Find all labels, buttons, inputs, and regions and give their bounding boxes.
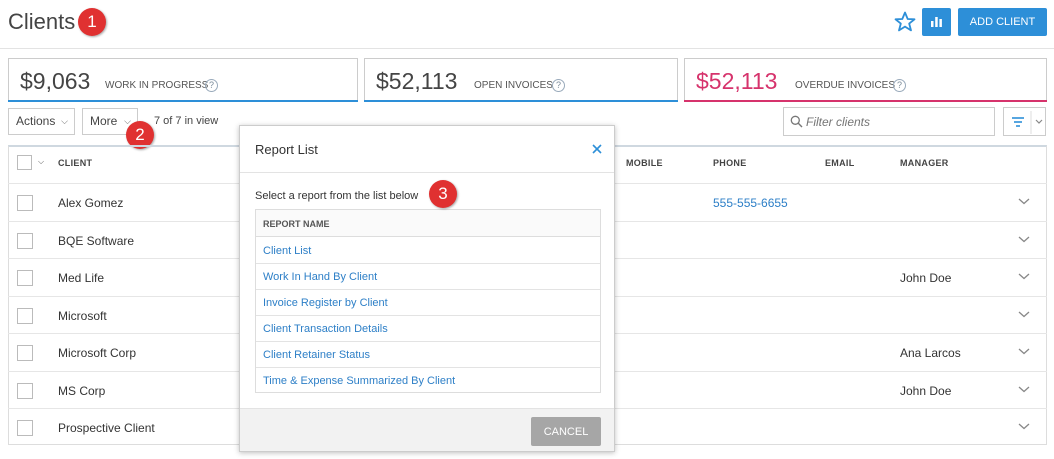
report-link[interactable]: Client Transaction Details: [263, 323, 388, 335]
cancel-button[interactable]: CANCEL: [531, 417, 601, 446]
summary-card-open-invoices[interactable]: $52,113 OPEN INVOICES ?: [364, 58, 678, 102]
client-name[interactable]: Med Life: [58, 271, 104, 285]
filter-clients-input[interactable]: [783, 107, 995, 136]
summary-amount: $52,113: [376, 68, 458, 94]
row-checkbox[interactable]: [17, 195, 33, 211]
select-all-checkbox[interactable]: [17, 155, 32, 170]
report-item-retainer-status[interactable]: Client Retainer Status: [256, 342, 600, 368]
header-divider: [0, 48, 1054, 49]
report-link[interactable]: Time & Expense Summarized By Client: [263, 375, 455, 387]
client-name[interactable]: MS Corp: [58, 384, 105, 398]
column-header-manager[interactable]: MANAGER: [900, 158, 949, 168]
report-list: REPORT NAME Client List Work In Hand By …: [255, 209, 601, 393]
dialog-divider: [240, 172, 614, 173]
help-icon[interactable]: ?: [893, 79, 906, 92]
report-link[interactable]: Client List: [263, 245, 311, 257]
summary-label: OPEN INVOICES: [474, 80, 553, 91]
column-header-mobile[interactable]: MOBILE: [626, 158, 663, 168]
row-checkbox[interactable]: [17, 383, 33, 399]
report-link[interactable]: Work In Hand By Client: [263, 271, 377, 283]
in-view-count: 7 of 7 in view: [154, 115, 219, 127]
report-item-invoice-register[interactable]: Invoice Register by Client: [256, 290, 600, 316]
client-name[interactable]: BQE Software: [58, 234, 134, 248]
row-checkbox[interactable]: [17, 270, 33, 286]
client-name[interactable]: Microsoft: [58, 309, 107, 323]
close-icon[interactable]: [590, 142, 604, 156]
callout-badge-3: 3: [429, 180, 457, 208]
report-link[interactable]: Invoice Register by Client: [263, 297, 388, 309]
client-phone[interactable]: 555-555-6655: [713, 196, 788, 210]
report-item-time-expense[interactable]: Time & Expense Summarized By Client: [256, 368, 600, 394]
dialog-instructions: Select a report from the list below: [255, 190, 419, 202]
row-checkbox[interactable]: [17, 233, 33, 249]
chevron-down-icon[interactable]: [1017, 196, 1031, 206]
client-manager: Ana Larcos: [900, 346, 961, 360]
client-name[interactable]: Prospective Client: [58, 421, 155, 435]
client-manager: John Doe: [900, 384, 952, 398]
summary-label: OVERDUE INVOICES: [795, 80, 896, 91]
actions-label: Actions: [16, 114, 56, 128]
column-header-email[interactable]: EMAIL: [825, 158, 855, 168]
search-icon: [790, 115, 803, 128]
report-list-dialog: Report List Select a report from the lis…: [239, 125, 615, 452]
chevron-down-icon[interactable]: [1017, 309, 1031, 319]
filter-button[interactable]: [1003, 107, 1046, 136]
summary-card-work-in-progress[interactable]: $9,063 WORK IN PROGRESS ?: [8, 58, 358, 102]
report-chart-button[interactable]: [922, 8, 951, 36]
report-item-client-list[interactable]: Client List: [256, 238, 600, 264]
chevron-down-icon[interactable]: [1017, 346, 1031, 356]
summary-card-overdue-invoices[interactable]: $52,113 OVERDUE INVOICES ?: [684, 58, 1047, 102]
help-icon[interactable]: ?: [552, 79, 565, 92]
add-client-button[interactable]: ADD CLIENT: [958, 8, 1047, 36]
summary-amount: $9,063: [20, 68, 91, 94]
summary-underline: [364, 100, 678, 102]
report-item-work-in-hand[interactable]: Work In Hand By Client: [256, 264, 600, 290]
row-checkbox[interactable]: [17, 308, 33, 324]
summary-amount: $52,113: [696, 68, 778, 94]
page-title: Clients: [8, 9, 76, 34]
row-checkbox[interactable]: [17, 345, 33, 361]
column-header-phone[interactable]: PHONE: [713, 158, 747, 168]
client-manager: John Doe: [900, 271, 952, 285]
dialog-footer: CANCEL: [240, 408, 614, 451]
callout-badge-1: 1: [78, 8, 106, 36]
report-link[interactable]: Client Retainer Status: [263, 349, 370, 361]
chevron-down-icon[interactable]: [1017, 271, 1031, 281]
summary-underline: [684, 100, 1047, 102]
client-name[interactable]: Alex Gomez: [58, 196, 123, 210]
dialog-title: Report List: [255, 142, 318, 157]
chevron-down-icon[interactable]: [1017, 234, 1031, 244]
more-label: More: [90, 114, 118, 128]
chevron-down-icon[interactable]: ⌵: [38, 157, 44, 167]
column-header-client[interactable]: CLIENT: [58, 158, 92, 168]
report-item-transaction-details[interactable]: Client Transaction Details: [256, 316, 600, 342]
report-list-header: REPORT NAME: [256, 210, 600, 237]
row-checkbox[interactable]: [17, 420, 33, 436]
help-icon[interactable]: ?: [205, 79, 218, 92]
filter-icon: [1012, 111, 1043, 134]
chevron-down-icon: ⌵: [61, 116, 68, 126]
report-name-column: REPORT NAME: [263, 219, 330, 229]
chevron-down-icon[interactable]: [1017, 384, 1031, 394]
client-name[interactable]: Microsoft Corp: [58, 346, 136, 360]
chevron-down-icon[interactable]: [1017, 421, 1031, 431]
summary-underline: [8, 100, 358, 102]
bar-chart-icon: [931, 17, 942, 27]
actions-dropdown[interactable]: Actions ⌵: [8, 108, 75, 135]
summary-label: WORK IN PROGRESS: [105, 80, 209, 91]
star-icon[interactable]: [893, 10, 917, 34]
